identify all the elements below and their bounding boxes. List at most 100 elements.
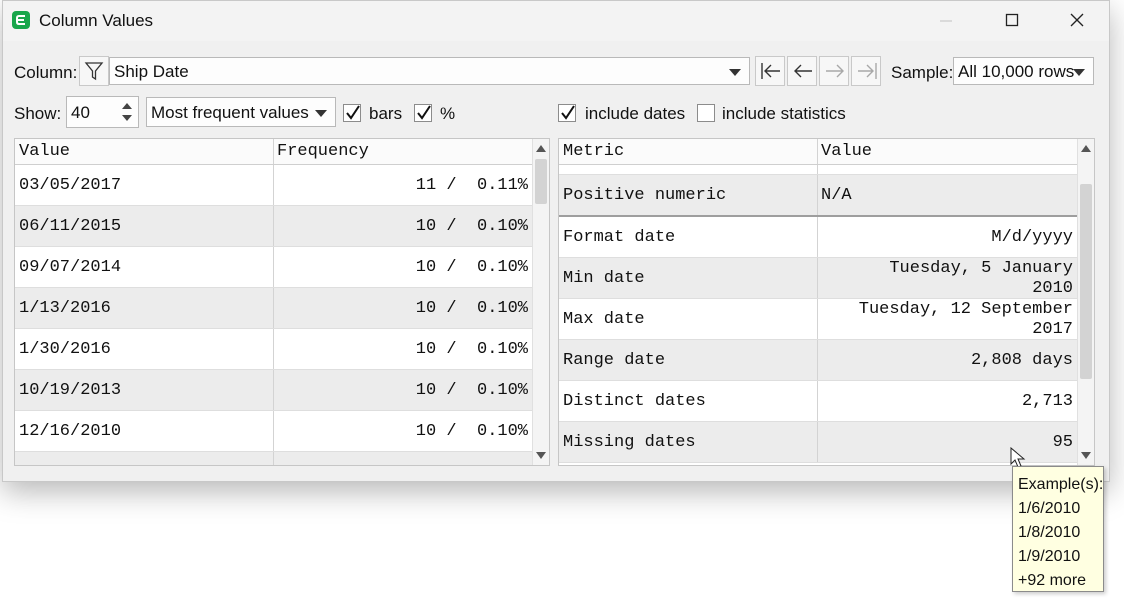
include-statistics-label[interactable]: include statistics: [722, 104, 846, 124]
metric-value-line: Tuesday, 12 September: [858, 300, 1073, 319]
table-row[interactable]: 1/13/2016 10 / 0.10%: [15, 288, 532, 329]
examples-tooltip: Example(s): 1/6/2010 1/8/2010 1/9/2010 +…: [1012, 466, 1104, 592]
bars-label[interactable]: bars: [369, 104, 402, 124]
scroll-thumb[interactable]: [1080, 184, 1092, 379]
tooltip-line: +92 more: [1018, 572, 1087, 589]
value-cell: 1/30/2016: [19, 340, 111, 359]
sample-label: Sample:: [891, 63, 954, 82]
column-divider: [817, 381, 818, 421]
column-divider: [273, 165, 274, 205]
checkmark-icon: [346, 105, 360, 120]
last-column-button[interactable]: [851, 56, 881, 86]
table-row[interactable]: 10/19/2013 10 / 0.10%: [15, 370, 532, 411]
column-divider: [817, 340, 818, 380]
close-button[interactable]: [1054, 5, 1100, 35]
table-row[interactable]: Distinct dates 2,713: [559, 381, 1077, 422]
column-divider: [817, 422, 818, 462]
column-select-value: Ship Date: [114, 62, 189, 81]
table-row[interactable]: Missing dates 95: [559, 422, 1077, 463]
values-scrollbar[interactable]: [532, 139, 549, 465]
display-mode-select[interactable]: Most frequent values: [146, 97, 336, 127]
header-metric[interactable]: Metric: [563, 142, 624, 161]
metrics-table-header: Metric Value: [559, 139, 1077, 165]
frequency-cell: 10 / 0.10%: [415, 422, 528, 441]
sample-select-value: All 10,000 rows: [958, 62, 1075, 81]
column-divider: [817, 258, 818, 298]
right-arrow-icon: [826, 64, 844, 78]
table-row[interactable]: Range date 2,808 days: [559, 340, 1077, 381]
header-metric-value[interactable]: Value: [821, 142, 872, 161]
column-divider: [817, 165, 818, 174]
show-count-spinbox[interactable]: 40: [66, 96, 139, 128]
value-cell: 06/11/2015: [19, 217, 122, 236]
include-statistics-checkbox[interactable]: [697, 104, 715, 122]
bars-checkbox[interactable]: [343, 104, 361, 122]
scroll-down-icon[interactable]: [536, 452, 546, 459]
frequency-cell: 10 / 0.10%: [415, 381, 528, 400]
table-row[interactable]: Positive numeric N/A: [559, 175, 1077, 217]
include-dates-checkbox[interactable]: [558, 104, 576, 122]
column-label: Column:: [14, 63, 78, 82]
column-divider: [273, 139, 274, 164]
metrics-table[interactable]: Metric Value Positive numeric N/A Format…: [558, 138, 1095, 466]
percent-checkbox[interactable]: [414, 104, 432, 122]
metric-cell: Range date: [563, 351, 666, 370]
column-divider: [273, 206, 274, 246]
table-row[interactable]: Format date M/d/yyyy: [559, 217, 1077, 258]
first-column-button[interactable]: [755, 56, 785, 86]
column-divider: [273, 288, 274, 328]
include-dates-label[interactable]: include dates: [585, 104, 685, 124]
checkmark-icon: [417, 105, 431, 120]
value-cell: 03/05/2017: [19, 176, 122, 195]
metric-cell: Missing dates: [563, 433, 696, 452]
table-row-partial[interactable]: [15, 452, 532, 465]
scroll-thumb[interactable]: [535, 159, 547, 204]
maximize-button[interactable]: [989, 5, 1035, 35]
spin-arrows-icon[interactable]: [120, 99, 134, 125]
metric-value-cell: 95: [1052, 433, 1073, 452]
scroll-up-icon[interactable]: [1081, 145, 1091, 152]
title-bar: Column Values: [3, 1, 1109, 41]
filter-button[interactable]: [79, 56, 109, 86]
metrics-scrollbar[interactable]: [1077, 139, 1094, 465]
table-row[interactable]: Max date Tuesday, 12 September 2017: [559, 299, 1077, 340]
values-table-header: Value Frequency: [15, 139, 532, 165]
minimize-button[interactable]: [923, 5, 969, 35]
window-title: Column Values: [39, 11, 154, 30]
tooltip-heading: Example(s):: [1018, 476, 1104, 493]
metric-cell: Distinct dates: [563, 392, 706, 411]
frequency-cell: 10 / 0.10%: [415, 217, 528, 236]
tooltip-line: 1/9/2010: [1018, 548, 1081, 565]
metric-cell: Max date: [563, 310, 645, 329]
next-column-button[interactable]: [819, 56, 849, 86]
table-row-partial[interactable]: [559, 165, 1077, 175]
table-row[interactable]: 12/16/2010 10 / 0.10%: [15, 411, 532, 452]
tooltip-line: 1/8/2010: [1018, 524, 1081, 541]
sample-select[interactable]: All 10,000 rows: [953, 57, 1094, 85]
chevron-down-icon: [1073, 69, 1085, 76]
column-divider: [817, 175, 818, 215]
table-row[interactable]: 09/07/2014 10 / 0.10%: [15, 247, 532, 288]
metric-value-line: 2010: [1032, 279, 1073, 298]
column-divider: [273, 370, 274, 410]
table-row[interactable]: Min date Tuesday, 5 January 2010: [559, 258, 1077, 299]
column-divider: [273, 329, 274, 369]
previous-column-button[interactable]: [787, 56, 817, 86]
table-row[interactable]: 03/05/2017 11 / 0.11%: [15, 165, 532, 206]
percent-label[interactable]: %: [440, 104, 455, 124]
table-row[interactable]: 06/11/2015 10 / 0.10%: [15, 206, 532, 247]
column-select[interactable]: Ship Date: [109, 57, 750, 85]
metric-value-cell: Tuesday, 5 January 2010: [821, 258, 1073, 300]
column-divider: [817, 299, 818, 339]
metric-value-line: 2017: [1032, 320, 1073, 339]
scroll-down-icon[interactable]: [1081, 452, 1091, 459]
column-divider: [817, 217, 818, 257]
values-table[interactable]: Value Frequency 03/05/2017 11 / 0.11% 06…: [14, 138, 550, 466]
header-value[interactable]: Value: [19, 142, 70, 161]
column-divider: [273, 247, 274, 287]
table-row[interactable]: 1/30/2016 10 / 0.10%: [15, 329, 532, 370]
value-cell: 1/13/2016: [19, 299, 111, 318]
metric-value-line: Tuesday, 5 January: [889, 259, 1073, 278]
scroll-up-icon[interactable]: [536, 145, 546, 152]
header-frequency[interactable]: Frequency: [277, 142, 369, 161]
